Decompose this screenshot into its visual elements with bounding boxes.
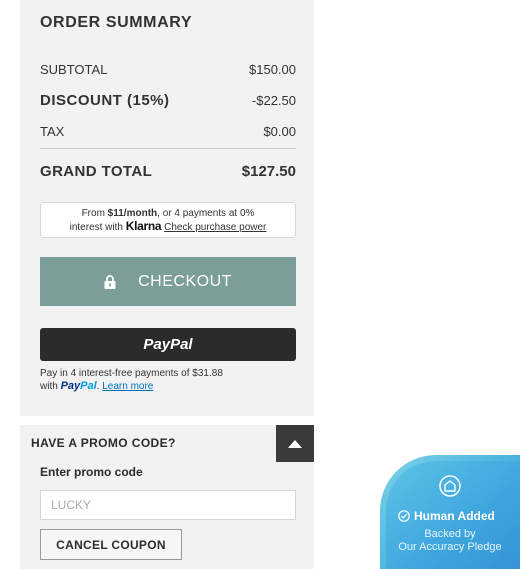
tax-value: $0.00 [263,124,296,139]
promo-collapse-button[interactable] [276,425,314,462]
paypal-logo-pal: Pal [80,380,97,392]
klarna-prefix: From [81,208,108,219]
promo-code-input[interactable] [40,490,296,520]
lock-icon [104,274,116,289]
tax-label: TAX [40,124,65,139]
subtotal-value: $150.00 [249,62,296,77]
tax-row: TAX $0.00 [40,124,296,139]
paypal-note-line-1: Pay in 4 interest-free payments of $31.8… [40,368,223,379]
discount-value: -$22.50 [251,93,296,108]
klarna-line-1: From $11/month, or 4 payments at 0% [41,207,295,220]
cancel-coupon-button[interactable]: CANCEL COUPON [40,529,182,560]
grand-total-row: GRAND TOTAL $127.50 [40,163,296,180]
promo-code-panel: HAVE A PROMO CODE? Enter promo code CANC… [20,425,314,569]
badge-title-text: Human Added [414,509,495,523]
klarna-middle: , or 4 payments at 0% [157,208,255,219]
paypal-button[interactable]: PayPal [40,328,296,361]
paypal-note-line-2: with PayPal. Learn more [40,380,300,393]
paypal-installments-note: Pay in 4 interest-free payments of $31.8… [40,367,300,393]
grand-total-label: GRAND TOTAL [40,163,153,180]
badge-line-2: Our Accuracy Pledge [398,541,502,553]
paypal-button-label: PayPal [143,336,193,353]
badge-line-1: Backed by [424,528,476,540]
klarna-line2-prefix: interest with [69,222,126,233]
order-summary-panel: ORDER SUMMARY SUBTOTAL $150.00 DISCOUNT … [20,0,314,416]
checkout-button[interactable]: CHECKOUT [40,257,296,306]
order-summary-title: ORDER SUMMARY [40,14,193,31]
klarna-logo: Klarna [125,219,162,233]
promo-title: HAVE A PROMO CODE? [31,436,176,450]
badge-title: Human Added [398,509,520,523]
accuracy-pledge-badge[interactable]: Human Added Backed by Our Accuracy Pledg… [380,455,520,569]
promo-input-label: Enter promo code [40,465,143,479]
home-icon [439,475,461,497]
summary-divider [40,148,296,149]
discount-row: DISCOUNT (15%) -$22.50 [40,92,296,109]
grand-total-value: $127.50 [241,163,296,180]
discount-label: DISCOUNT (15%) [40,92,170,109]
klarna-line-2: interest with Klarna Check purchase powe… [41,220,295,234]
paypal-logo: PayPal [61,380,97,392]
paypal-note-with: with [40,381,61,392]
klarna-financing-box: From $11/month, or 4 payments at 0% inte… [40,202,296,238]
subtotal-row: SUBTOTAL $150.00 [40,62,296,77]
klarna-amount: $11/month [107,208,158,219]
chevron-up-icon [288,439,302,448]
paypal-logo-pay: Pay [60,380,81,392]
paypal-learn-more-link[interactable]: Learn more [102,381,153,392]
subtotal-label: SUBTOTAL [40,62,108,77]
check-purchase-power-link[interactable]: Check purchase power [164,222,266,233]
check-circle-icon [398,510,410,522]
checkout-label: CHECKOUT [138,272,232,290]
